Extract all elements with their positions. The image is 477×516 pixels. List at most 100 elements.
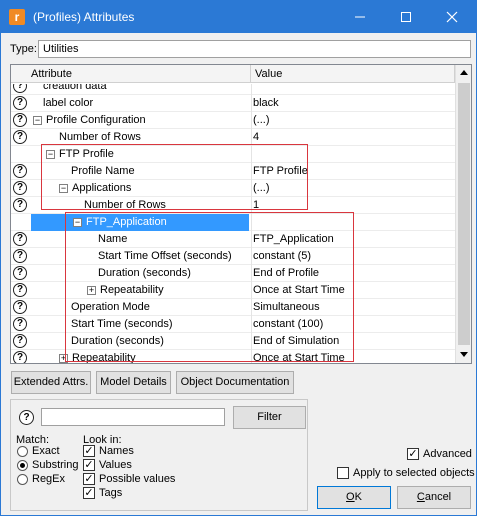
window-title: (Profiles) Attributes	[33, 10, 135, 24]
look-in-tags-checkbox[interactable]: ✓	[83, 487, 95, 499]
collapse-icon[interactable]: −	[33, 116, 42, 125]
attribute-name: Applications	[72, 182, 132, 194]
collapse-icon[interactable]: −	[46, 150, 55, 159]
apply-to-selected-label: Apply to selected objects	[353, 467, 475, 479]
vertical-scrollbar[interactable]	[455, 65, 471, 363]
look-in-possible-values-checkbox[interactable]: ✓	[83, 473, 95, 485]
attribute-column-header[interactable]: Attribute	[11, 65, 251, 83]
help-icon[interactable]: ?	[13, 266, 27, 280]
help-icon[interactable]: ?	[13, 113, 27, 127]
help-icon[interactable]: ?	[13, 84, 27, 93]
attribute-value: 1	[253, 199, 260, 211]
look-in-possible-values-label: Possible values	[99, 473, 176, 485]
attribute-value: black	[253, 97, 279, 109]
cancel-button[interactable]: Cancel	[397, 486, 471, 509]
type-field[interactable]: Utilities	[38, 40, 471, 58]
scroll-down-icon	[460, 352, 468, 357]
help-icon[interactable]: ?	[13, 351, 27, 363]
expand-icon[interactable]: +	[87, 286, 96, 295]
model-details-button[interactable]: Model Details	[96, 371, 171, 394]
look-in-names-checkbox[interactable]: ✓	[83, 445, 95, 457]
attribute-name: Repeatability	[72, 352, 136, 364]
match-exact-radio[interactable]	[17, 446, 28, 457]
table-row[interactable]: ? + Repeatability Once at Start Time	[11, 350, 455, 364]
close-icon	[446, 11, 458, 23]
attribute-name: Repeatability	[100, 284, 164, 296]
help-icon[interactable]: ?	[13, 232, 27, 246]
table-row[interactable]: ? Number of Rows 4	[11, 129, 455, 146]
look-in-tags-label: Tags	[99, 487, 123, 499]
maximize-button[interactable]	[383, 1, 429, 33]
scroll-down-button[interactable]	[456, 347, 471, 363]
attribute-name: Profile Configuration	[46, 114, 146, 126]
table-row[interactable]: ? Start Time Offset (seconds) constant (…	[11, 248, 455, 265]
advanced-checkbox[interactable]: ✓	[407, 448, 419, 460]
attribute-name: Name	[98, 233, 128, 245]
attribute-table: Attribute Value ? creation data ? label …	[10, 64, 472, 364]
attribute-value: 4	[253, 131, 260, 143]
table-row[interactable]: ? − Profile Configuration (...)	[11, 112, 455, 129]
table-row[interactable]: ? Start Time (seconds) constant (100)	[11, 316, 455, 333]
table-row[interactable]: ? Duration (seconds) End of Simulation	[11, 333, 455, 350]
match-regex-label: RegEx	[32, 473, 66, 485]
match-exact-label: Exact	[32, 445, 60, 457]
collapse-icon[interactable]: −	[73, 218, 82, 227]
help-icon[interactable]: ?	[13, 283, 27, 297]
attribute-value: (...)	[253, 182, 270, 194]
object-documentation-button[interactable]: Object Documentation	[176, 371, 294, 394]
scrollbar-thumb[interactable]	[458, 83, 470, 345]
table-row[interactable]: ? creation data	[11, 84, 455, 95]
help-icon[interactable]: ?	[13, 300, 27, 314]
attribute-name: Number of Rows	[59, 131, 141, 143]
attribute-value: End of Profile	[253, 267, 320, 279]
match-regex-radio[interactable]	[17, 474, 28, 485]
attribute-name: creation data	[43, 84, 107, 92]
help-icon[interactable]: ?	[13, 130, 27, 144]
table-row-selected[interactable]: − FTP_Application	[11, 214, 455, 231]
minimize-button[interactable]	[337, 1, 383, 33]
collapse-icon[interactable]: −	[59, 184, 68, 193]
table-row[interactable]: − FTP Profile	[11, 146, 455, 163]
maximize-icon	[401, 12, 411, 22]
attribute-value: Once at Start Time	[253, 352, 345, 364]
filter-input[interactable]	[41, 408, 225, 426]
scroll-up-icon	[460, 70, 468, 75]
scroll-up-button[interactable]	[456, 65, 471, 81]
table-row[interactable]: ? Name FTP_Application	[11, 231, 455, 248]
close-button[interactable]	[429, 1, 475, 33]
ok-button[interactable]: OK	[317, 486, 391, 509]
help-icon[interactable]: ?	[13, 249, 27, 263]
help-icon[interactable]: ?	[13, 181, 27, 195]
expand-icon[interactable]: +	[59, 354, 68, 363]
table-row[interactable]: ? Profile Name FTP Profile	[11, 163, 455, 180]
extended-attrs-button[interactable]: Extended Attrs.	[11, 371, 91, 394]
attribute-name: Profile Name	[71, 165, 135, 177]
table-rows: ? creation data ? label color black ? − …	[11, 84, 455, 364]
table-row[interactable]: ? − Applications (...)	[11, 180, 455, 197]
advanced-label: Advanced	[423, 448, 472, 460]
attribute-name: Duration (seconds)	[98, 267, 191, 279]
attributes-dialog: r (Profiles) Attributes Type: Utilities …	[0, 0, 477, 516]
table-row[interactable]: ? label color black	[11, 95, 455, 112]
help-icon[interactable]: ?	[19, 410, 34, 425]
match-substring-radio[interactable]	[17, 460, 28, 471]
look-in-names-label: Names	[99, 445, 134, 457]
help-icon[interactable]: ?	[13, 334, 27, 348]
apply-to-selected-checkbox[interactable]	[337, 467, 349, 479]
match-substring-label: Substring	[32, 459, 79, 471]
table-row[interactable]: ? Duration (seconds) End of Profile	[11, 265, 455, 282]
value-column-header[interactable]: Value	[251, 65, 455, 83]
table-row[interactable]: ? Number of Rows 1	[11, 197, 455, 214]
title-bar[interactable]: r (Profiles) Attributes	[1, 1, 476, 33]
help-icon[interactable]: ?	[13, 96, 27, 110]
attribute-name: Start Time Offset (seconds)	[98, 250, 232, 262]
attribute-value: constant (100)	[253, 318, 324, 330]
filter-button[interactable]: Filter	[233, 406, 306, 429]
help-icon[interactable]: ?	[13, 198, 27, 212]
table-row[interactable]: ? Operation Mode Simultaneous	[11, 299, 455, 316]
table-row[interactable]: ? + Repeatability Once at Start Time	[11, 282, 455, 299]
help-icon[interactable]: ?	[13, 164, 27, 178]
look-in-values-checkbox[interactable]: ✓	[83, 459, 95, 471]
help-icon[interactable]: ?	[13, 317, 27, 331]
attribute-value: constant (5)	[253, 250, 312, 262]
